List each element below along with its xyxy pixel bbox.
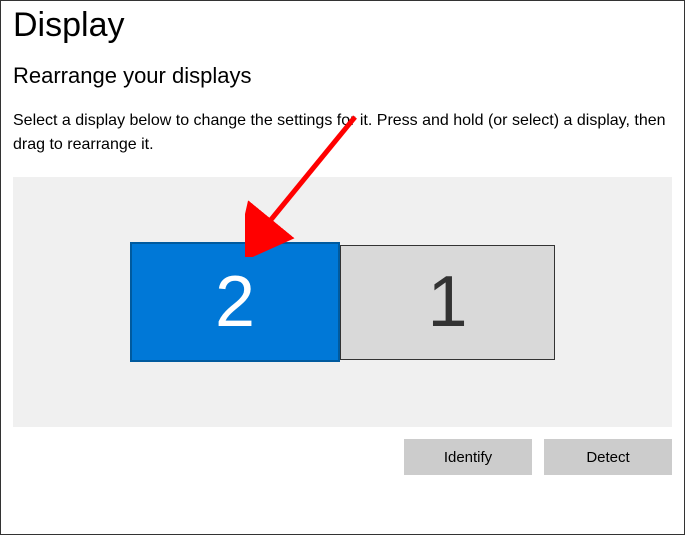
display-number-label: 1 bbox=[427, 261, 467, 343]
section-title: Rearrange your displays bbox=[1, 55, 684, 104]
display-box-2[interactable]: 2 bbox=[130, 242, 340, 362]
button-row: Identify Detect bbox=[1, 427, 684, 475]
detect-button[interactable]: Detect bbox=[544, 439, 672, 475]
page-title: Display bbox=[1, 1, 684, 55]
display-number-label: 2 bbox=[215, 261, 255, 343]
display-box-1[interactable]: 1 bbox=[340, 245, 555, 360]
identify-button[interactable]: Identify bbox=[404, 439, 532, 475]
display-arrangement-area: 2 1 bbox=[13, 177, 672, 427]
section-description: Select a display below to change the set… bbox=[1, 104, 684, 177]
